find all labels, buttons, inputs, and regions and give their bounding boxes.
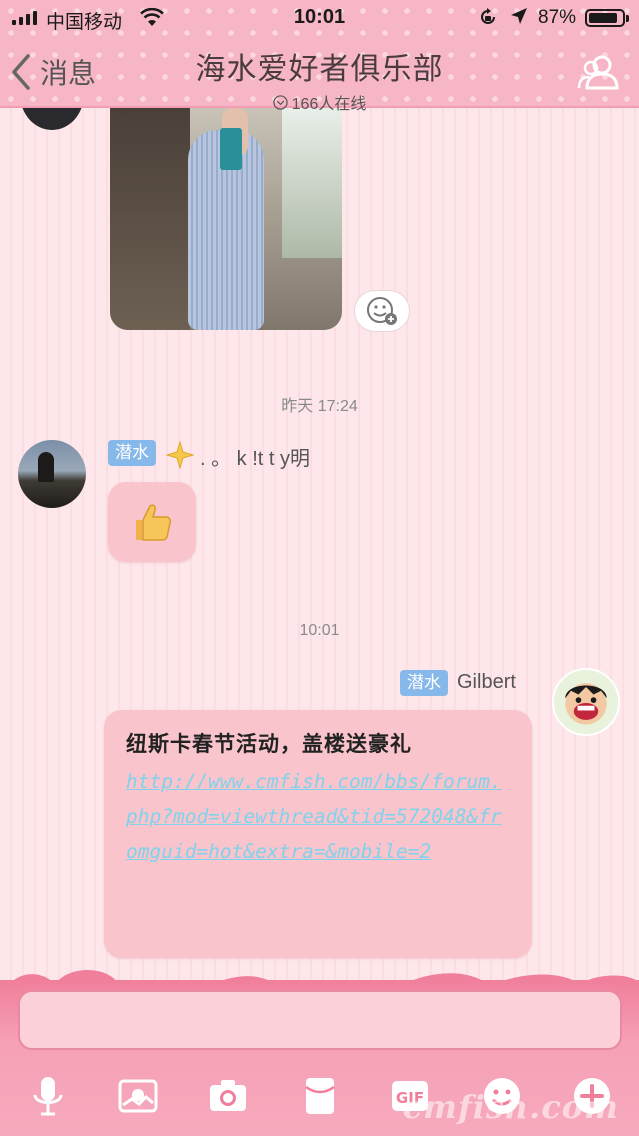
message-bubble[interactable] <box>108 482 196 562</box>
orientation-lock-icon <box>481 8 495 24</box>
image-message[interactable] <box>110 108 342 330</box>
avatar[interactable] <box>18 440 86 508</box>
album-button[interactable] <box>116 1074 160 1118</box>
emoji-plus-icon <box>367 297 397 325</box>
watermark: cmfish.com <box>402 1088 619 1126</box>
thumbs-up-icon <box>136 504 171 541</box>
header-bar: 中国移动 10:01 87% 消息 海水爱好者俱乐部 166人在线 <box>0 0 639 113</box>
microphone-icon <box>33 1077 63 1116</box>
avatar[interactable] <box>552 668 620 736</box>
message-input[interactable] <box>18 990 622 1050</box>
battery-icon <box>585 9 629 27</box>
group-members-icon[interactable] <box>577 52 619 92</box>
location-icon <box>511 8 527 24</box>
message-text: 纽斯卡春节活动，盖楼送豪礼 <box>126 731 412 756</box>
status-bar: 中国移动 10:01 87% <box>0 0 639 36</box>
member-badge: 潜水 <box>108 440 156 466</box>
title-area: 海水爱好者俱乐部 166人在线 <box>0 44 639 114</box>
camera-icon <box>210 1080 246 1111</box>
online-count-label: 166人在线 <box>291 96 367 113</box>
camera-button[interactable] <box>206 1074 250 1118</box>
message-link[interactable]: http://www.cmfish.com/bbs/forum.php?mod=… <box>126 764 510 869</box>
sender-name: . 。 k !t t y明 <box>200 448 311 470</box>
message-bubble[interactable]: 纽斯卡春节活动，盖楼送豪礼 http://www.cmfish.com/bbs/… <box>104 710 532 958</box>
cartoon-avatar-icon <box>565 683 607 725</box>
sender-name: Gilbert <box>457 671 516 693</box>
chevron-down-circle-icon <box>272 94 288 110</box>
input-toolbar: GIF cmfish.com <box>0 960 639 1136</box>
red-packet-icon <box>305 1078 335 1114</box>
online-count[interactable]: 166人在线 <box>0 90 639 114</box>
add-reaction-button[interactable] <box>354 290 410 332</box>
voice-button[interactable] <box>26 1074 70 1118</box>
page-title: 海水爱好者俱乐部 <box>195 53 444 86</box>
timestamp: 10:01 <box>299 622 340 639</box>
member-badge: 潜水 <box>400 670 448 696</box>
photo-album-icon <box>118 1079 158 1113</box>
battery-percent: 87% <box>538 7 577 28</box>
chat-area[interactable]: 昨天 17:24 潜水 . 。 k !t t y明 10:01 潜水 Gilbe… <box>0 108 639 988</box>
sparkle-icon <box>166 441 194 469</box>
timestamp: 昨天 17:24 <box>281 398 358 415</box>
red-packet-button[interactable] <box>298 1074 342 1118</box>
